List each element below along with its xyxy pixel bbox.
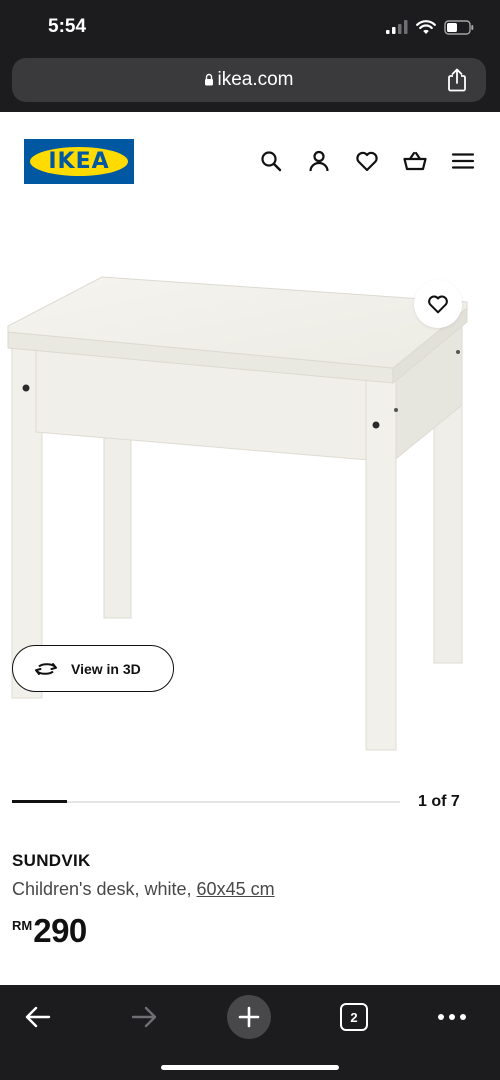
heart-icon[interactable] [354,148,380,174]
plus-icon [238,1006,260,1028]
status-icons [386,17,474,37]
carousel-progress-fill [12,800,68,803]
rotate-3d-icon [35,662,57,675]
tab-count: 2 [340,1003,368,1031]
product-type: Children's desk, white, [12,879,192,899]
shopping-basket-icon[interactable] [402,148,428,174]
product-name[interactable]: SUNDVIK [12,851,91,871]
menu-icon[interactable] [450,148,476,174]
price-value: 290 [33,912,87,949]
new-tab-button[interactable] [227,995,271,1039]
back-button[interactable] [16,995,60,1039]
product-dimensions-link[interactable]: 60x45 cm [197,879,275,899]
product-price: RM 290 [12,912,87,950]
carousel-progress-track[interactable] [12,800,400,803]
more-options-button[interactable] [430,995,474,1039]
ikea-logo[interactable]: IKEA [24,139,134,184]
cellular-signal-icon [386,20,408,34]
new-tab-circle [227,995,271,1039]
arrow-right-icon [131,1006,157,1028]
heart-icon [428,295,448,314]
view-in-3d-button[interactable]: View in 3D [12,645,174,692]
arrow-left-icon [25,1006,51,1028]
home-indicator[interactable] [161,1065,339,1070]
battery-icon [444,19,474,35]
tabs-button[interactable]: 2 [332,995,376,1039]
wifi-icon [416,19,436,34]
price-currency: RM [12,918,33,933]
share-icon[interactable] [444,67,470,93]
image-page-counter: 1 of 7 [418,793,460,810]
status-bar: 5:54 [0,0,500,52]
header-icons [258,148,476,174]
forward-button[interactable] [122,995,166,1039]
view-in-3d-label: View in 3D [71,660,141,677]
more-dots-icon [438,1014,466,1020]
search-icon[interactable] [258,148,284,174]
lock-icon [205,73,214,86]
add-to-favourites-button[interactable] [414,280,462,328]
url-display[interactable]: ikea.com [12,69,486,91]
site-header: IKEA [0,112,500,212]
browser-address-row: ikea.com [0,52,500,112]
logo-text: IKEA [48,149,110,174]
url-text: ikea.com [217,69,294,90]
product-description: Children's desk, white, 60x45 cm [12,879,275,900]
address-bar[interactable]: ikea.com [12,58,486,102]
status-time: 5:54 [48,16,87,37]
user-icon[interactable] [306,148,332,174]
